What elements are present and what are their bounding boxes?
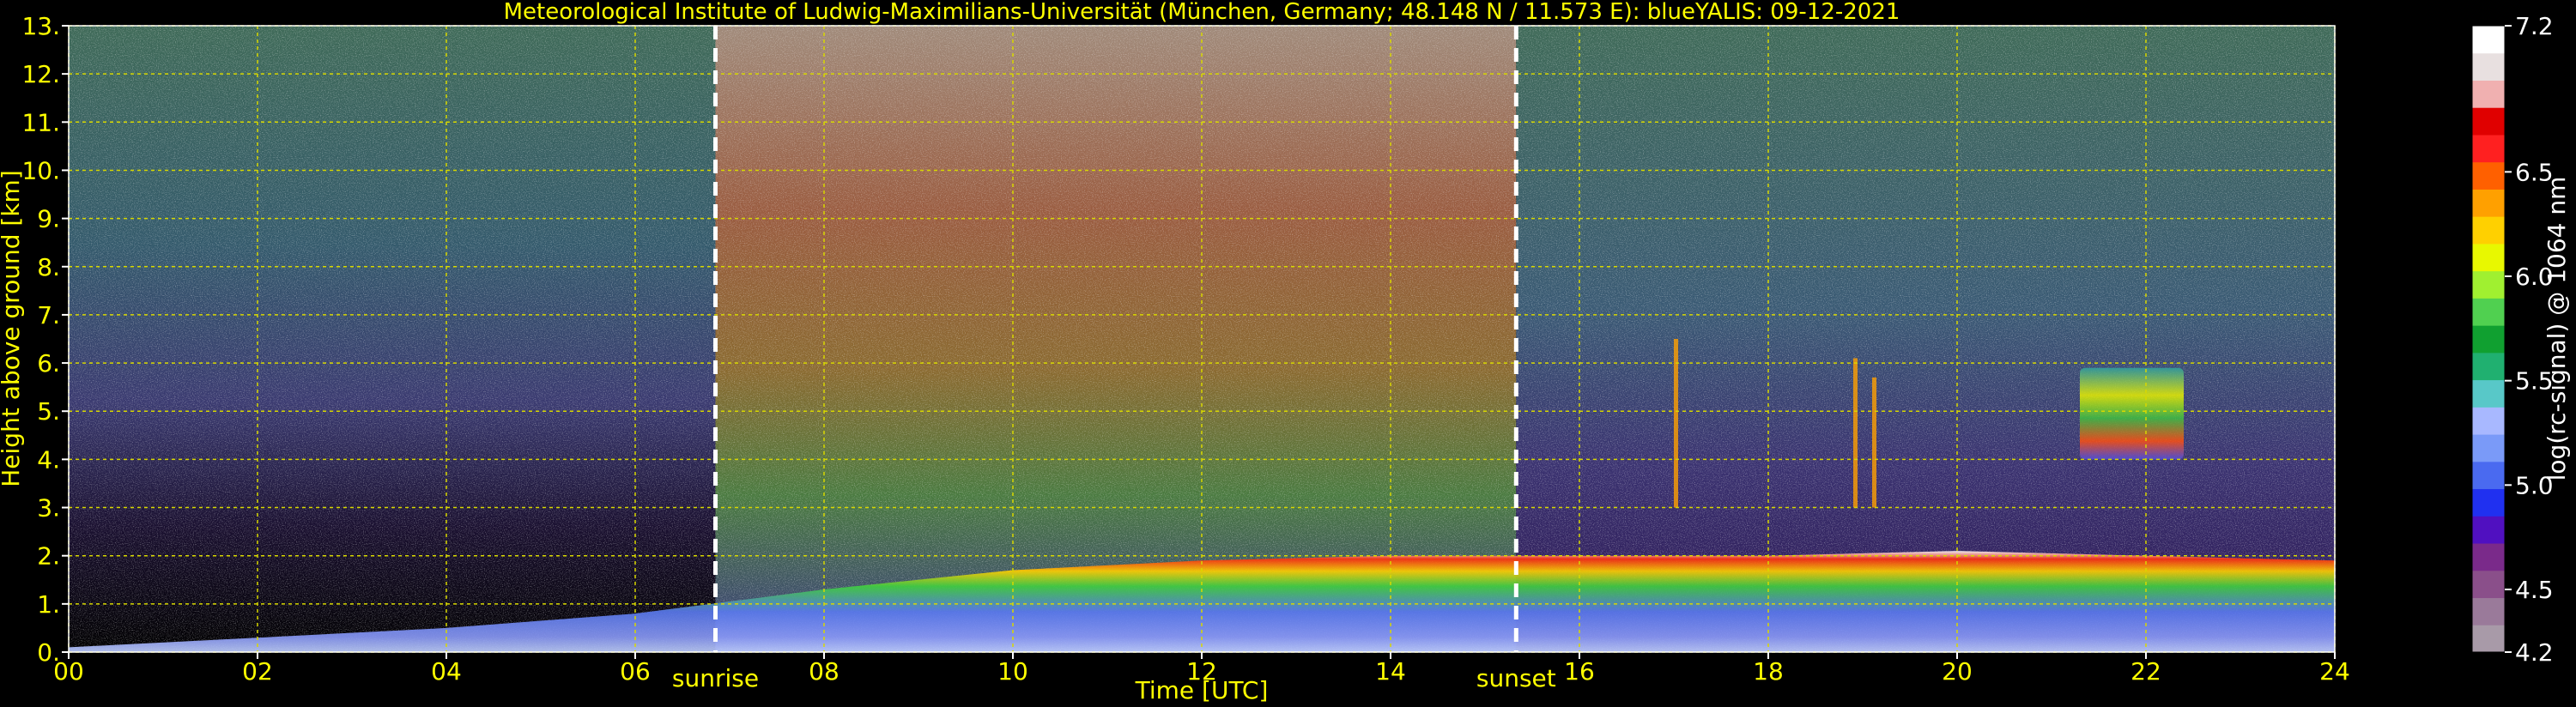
y-tick-label: 8. [37,253,60,281]
sunrise-label: sunrise [672,664,759,692]
y-tick-label: 9. [37,205,60,233]
x-tick-label: 06 [620,657,651,686]
x-tick-label: 22 [2131,657,2161,686]
y-tick-label: 7. [37,301,60,329]
y-tick-label: 3. [37,494,60,523]
y-tick-label: 12. [21,60,60,88]
x-tick-label: 14 [1375,657,1406,686]
x-tick-label: 16 [1564,657,1595,686]
y-tick-label: 10. [21,156,60,184]
x-tick-label: 20 [1942,657,1973,686]
y-tick-label: 5. [37,397,60,426]
plot-area [69,26,2335,652]
virga-streak [1872,377,1876,508]
y-tick-label: 2. [37,542,60,571]
x-tick-label: 04 [431,657,462,686]
y-tick-label: 11. [21,108,60,136]
y-tick-label: 0. [37,638,60,667]
lidar-chart: sunrise sunset 00 02 04 06 08 10 12 14 16 18 20 22 24… [0,0,2350,704]
x-axis-label: Time [UTC] [1135,676,1269,704]
virga-streak [1674,339,1678,508]
x-tick-label: 02 [242,657,273,686]
chart-title: Meteorological Institute of Ludwig-Maxim… [504,0,1900,25]
x-tick-label: 10 [997,657,1028,686]
x-tick-label: 08 [809,657,839,686]
y-tick-label: 1. [37,590,60,619]
y-tick-label: 6. [37,349,60,378]
y-tick-label: 13. [21,12,60,40]
virga-streak [1853,358,1858,508]
sunset-label: sunset [1476,664,1556,692]
y-axis-label: Height above ground [km] [0,170,25,487]
x-tick-label: 18 [1753,657,1784,686]
x-tick-label: 24 [2319,657,2350,686]
elevated-cloud [2080,367,2184,460]
y-tick-label: 4. [37,445,60,474]
